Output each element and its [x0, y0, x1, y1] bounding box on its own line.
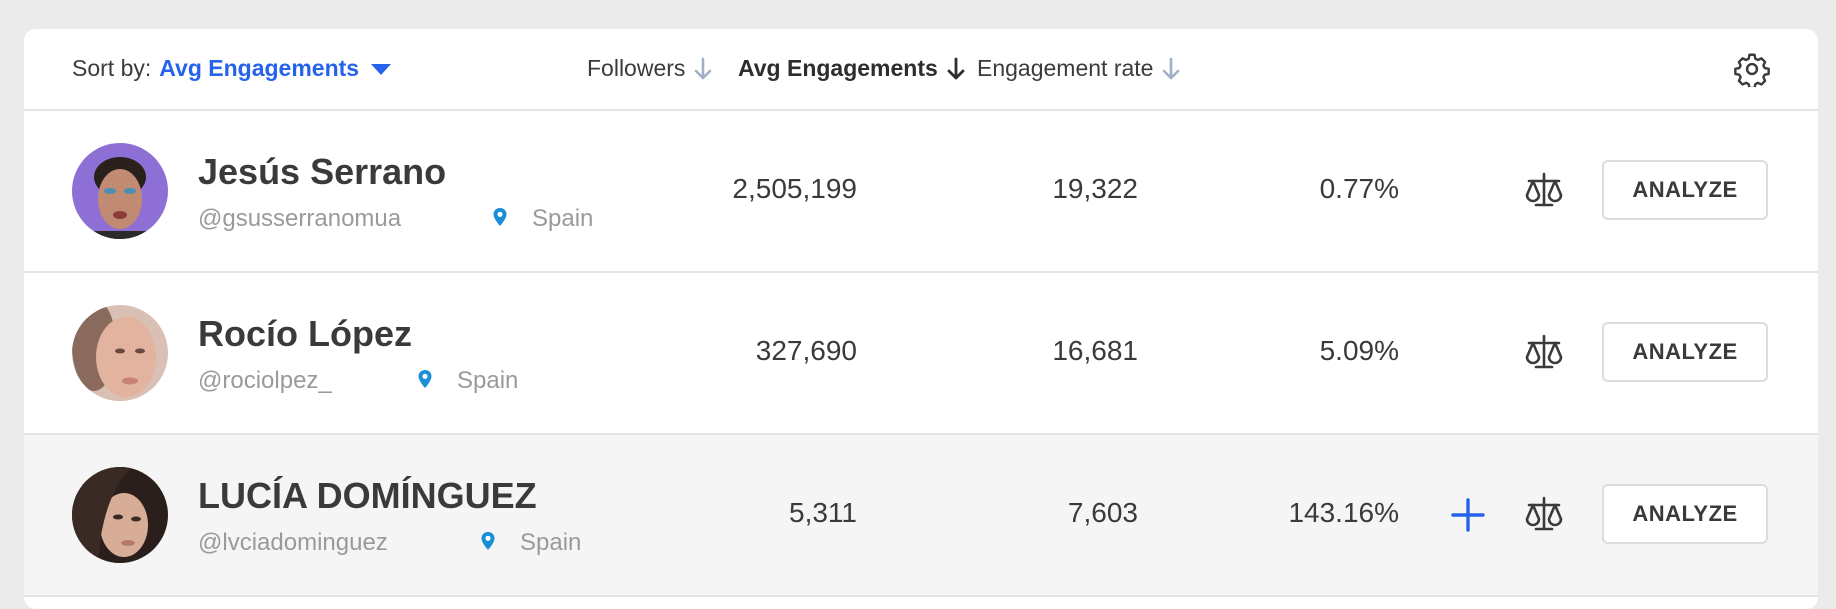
location-pin-icon: [417, 369, 433, 389]
compare-scale-icon[interactable]: [1524, 171, 1564, 209]
creator-name[interactable]: Rocío López: [198, 313, 412, 355]
column-header-label: Followers: [587, 55, 686, 81]
gear-icon[interactable]: [1734, 51, 1770, 90]
table-row[interactable]: Rocío López @rociolpez_ Spain 327,690 16…: [24, 273, 1818, 435]
creator-handle: @gsusserranomua: [198, 205, 402, 232]
followers-value: 5,311: [789, 497, 857, 528]
arrow-down-icon: [946, 57, 966, 81]
avg-engagements-value: 7,603: [1067, 497, 1138, 528]
table-row[interactable]: Jesús Serrano @gsusserranomua Spain 2,50…: [24, 111, 1818, 273]
sort-control: Sort by: Avg Engagements: [72, 55, 392, 82]
avatar[interactable]: [72, 467, 168, 563]
avatar[interactable]: [72, 305, 168, 401]
compare-scale-icon[interactable]: [1524, 333, 1564, 371]
creator-country: Spain: [520, 529, 582, 556]
results-card: Sort by: Avg Engagements Followers Avg E…: [24, 29, 1818, 609]
analyze-button[interactable]: ANALYZE: [1602, 160, 1768, 220]
followers-value: 2,505,199: [732, 173, 857, 204]
avg-engagements-value: 16,681: [1052, 335, 1138, 366]
creator-handle: @lvciadominguez: [198, 529, 388, 556]
analyze-button[interactable]: ANALYZE: [1602, 484, 1768, 544]
creator-name[interactable]: Jesús Serrano: [198, 151, 446, 193]
creator-handle: @rociolpez_: [198, 367, 332, 394]
arrow-down-icon: [693, 57, 713, 81]
caret-down-icon: [371, 64, 392, 75]
avatar[interactable]: [72, 143, 168, 239]
creator-name[interactable]: LUCÍA DOMÍNGUEZ: [198, 475, 537, 517]
creator-country: Spain: [457, 367, 519, 394]
location-pin-icon: [480, 531, 496, 551]
column-header-label: Avg Engagements: [738, 55, 938, 81]
table-header: Sort by: Avg Engagements Followers Avg E…: [24, 29, 1818, 111]
avg-engagements-value: 19,322: [1052, 173, 1138, 204]
column-header-engagement-rate[interactable]: Engagement rate: [977, 55, 1181, 82]
location-pin-icon: [492, 207, 508, 227]
creator-country: Spain: [532, 205, 594, 232]
table-row[interactable]: LUCÍA DOMÍNGUEZ @lvciadominguez Spain 5,…: [24, 435, 1818, 597]
analyze-button[interactable]: ANALYZE: [1602, 322, 1768, 382]
column-header-followers[interactable]: Followers: [587, 55, 713, 82]
add-to-list-plus-icon[interactable]: [1450, 497, 1486, 533]
column-header-label: Engagement rate: [977, 55, 1154, 81]
sort-label: Sort by:: [72, 55, 152, 81]
engagement-rate-value: 143.16%: [1288, 497, 1399, 528]
arrow-down-icon: [1161, 57, 1181, 81]
sort-value: Avg Engagements: [159, 55, 360, 81]
followers-value: 327,690: [755, 335, 857, 366]
compare-scale-icon[interactable]: [1524, 495, 1564, 533]
engagement-rate-value: 5.09%: [1319, 335, 1399, 366]
engagement-rate-value: 0.77%: [1319, 173, 1399, 204]
sort-dropdown[interactable]: Avg Engagements: [159, 55, 392, 82]
column-header-avg-engagements[interactable]: Avg Engagements: [738, 55, 966, 82]
